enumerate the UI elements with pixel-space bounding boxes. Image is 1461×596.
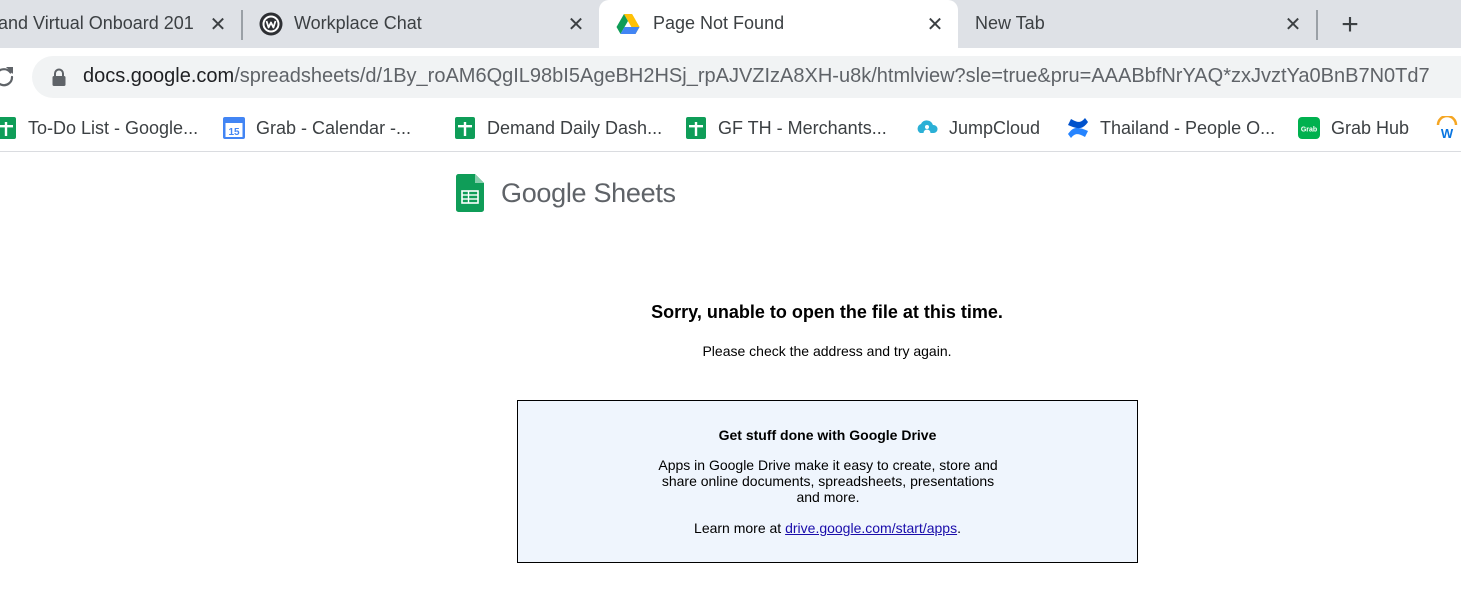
tab-strip: and Virtual Onboard 2019 ✕ Workplace Cha… (0, 0, 1461, 48)
tab-virtual-onboard[interactable]: and Virtual Onboard 2019 ✕ (0, 0, 240, 48)
bookmark-label: To-Do List - Google... (28, 117, 199, 138)
tab-separator (241, 10, 243, 40)
bookmark-label: Demand Daily Dash... (487, 117, 663, 138)
bookmark-label: JumpCloud (949, 117, 1041, 138)
google-drive-icon (616, 14, 640, 34)
brand-product: Sheets (593, 178, 676, 208)
tab-workplace-chat[interactable]: Workplace Chat ✕ (244, 0, 598, 48)
new-tab-button[interactable]: + (1336, 8, 1364, 41)
reload-icon[interactable] (0, 64, 16, 88)
bookmark-workday[interactable]: W (1435, 112, 1461, 144)
bookmark-grab-calendar[interactable]: 15 Grab - Calendar -... (222, 112, 411, 144)
bookmarks-bar: To-Do List - Google... 15 Grab - Calenda… (0, 104, 1461, 152)
tab-page-not-found[interactable]: Page Not Found ✕ (599, 0, 958, 48)
error-title: Sorry, unable to open the file at this t… (651, 302, 1003, 322)
tab-title: Page Not Found (653, 13, 785, 33)
jumpcloud-icon (917, 120, 938, 133)
workday-icon: W (1436, 116, 1458, 140)
close-icon[interactable]: ✕ (1281, 12, 1305, 36)
tab-title: Workplace Chat (294, 13, 422, 33)
bookmark-todo-list[interactable]: To-Do List - Google... (0, 112, 198, 144)
bookmark-label: Grab Hub (1331, 117, 1410, 138)
confluence-icon (1068, 118, 1088, 138)
tab-title: New Tab (975, 13, 1045, 33)
promo-learn-more: Learn more at drive.google.com/start/app… (518, 520, 1137, 536)
url-host: docs.google.com (83, 65, 235, 87)
sheets-icon (0, 117, 16, 139)
calendar-day: 15 (228, 127, 240, 138)
browser-toolbar: docs.google.com/spreadsheets/d/1By_roAM6… (0, 48, 1461, 104)
sheets-icon (455, 117, 475, 139)
tab-new-tab[interactable]: New Tab ✕ (959, 0, 1315, 48)
url-path: /spreadsheets/d/1By_roAM6QgIL98bI5AgeBH2… (234, 65, 1430, 87)
bookmark-label: Grab - Calendar -... (256, 117, 412, 138)
tab-title: and Virtual Onboard 2019 (0, 13, 194, 33)
drive-apps-link[interactable]: drive.google.com/start/apps (785, 520, 957, 536)
close-icon[interactable]: ✕ (564, 12, 588, 36)
learn-more-suffix: . (957, 520, 961, 536)
learn-more-prefix: Learn more at (694, 520, 786, 536)
calendar-icon: 15 (223, 117, 245, 139)
bookmark-label: Thailand - People O... (1100, 117, 1276, 138)
promo-title: Get stuff done with Google Drive (718, 427, 937, 443)
promo-description: Apps in Google Drive make it easy to cre… (658, 457, 998, 505)
bookmark-label: GF TH - Merchants... (718, 117, 887, 138)
address-bar[interactable]: docs.google.com/spreadsheets/d/1By_roAM6… (32, 56, 1461, 98)
bookmark-thailand-people[interactable]: Thailand - People O... (1066, 112, 1275, 144)
google-sheets-wordmark: Google Sheets (501, 178, 676, 209)
bookmark-demand-daily[interactable]: Demand Daily Dash... (453, 112, 662, 144)
google-drive-promo-box: Get stuff done with Google Drive Apps in… (517, 400, 1138, 563)
tab-separator (1316, 10, 1318, 40)
error-subtitle: Please check the address and try again. (702, 343, 952, 359)
brand-google: Google (501, 178, 587, 208)
url-text[interactable]: docs.google.com/spreadsheets/d/1By_roAM6… (83, 65, 1430, 88)
bookmark-jumpcloud[interactable]: JumpCloud (915, 112, 1040, 144)
google-sheets-logo-icon (456, 174, 484, 212)
grab-icon: Grab (1298, 117, 1320, 139)
sheets-icon (686, 117, 706, 139)
close-icon[interactable]: ✕ (206, 12, 230, 36)
bookmark-grab-hub[interactable]: Grab Grab Hub (1297, 112, 1409, 144)
close-icon[interactable]: ✕ (923, 12, 947, 36)
bookmark-gf-th-merchants[interactable]: GF TH - Merchants... (684, 112, 887, 144)
workday-letter: W (1441, 126, 1454, 140)
workplace-icon (259, 12, 283, 36)
lock-icon[interactable] (50, 68, 68, 86)
grab-logo-text: Grab (1301, 127, 1317, 134)
